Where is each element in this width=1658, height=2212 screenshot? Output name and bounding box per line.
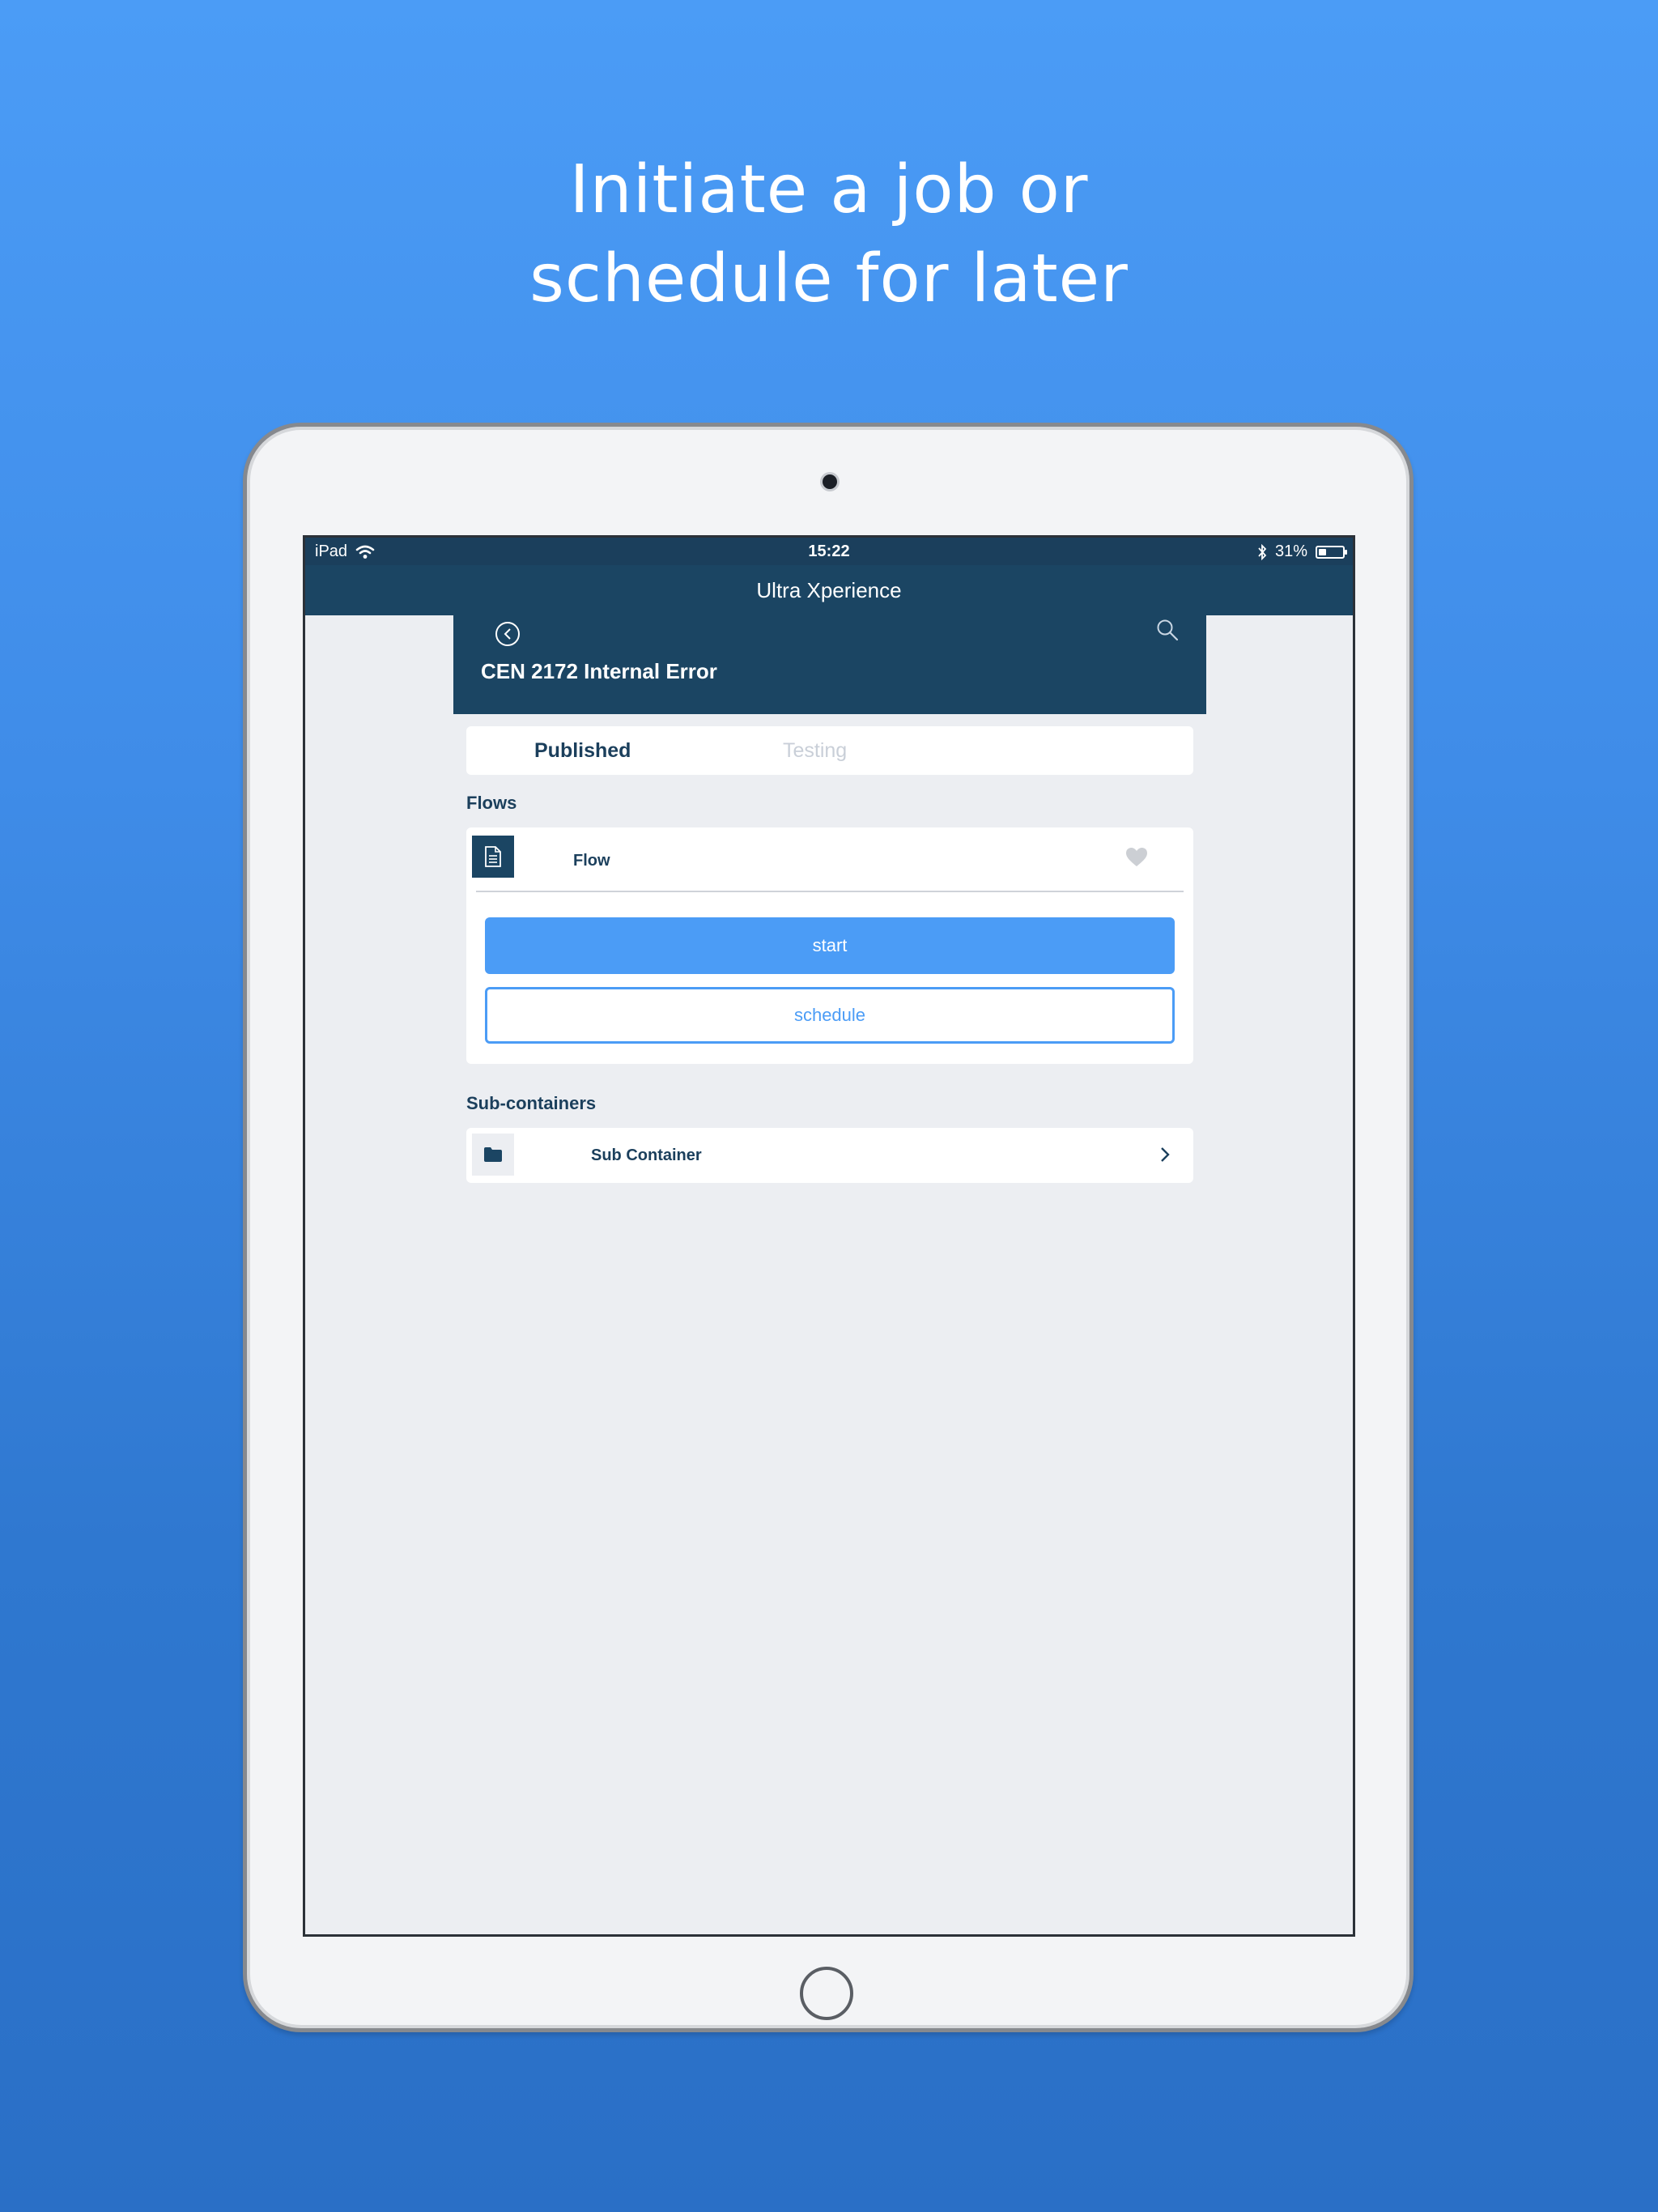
tab-testing[interactable]: Testing — [783, 726, 847, 775]
heart-icon[interactable] — [1125, 847, 1148, 868]
detail-header: CEN 2172 Internal Error — [453, 615, 1206, 714]
list-item[interactable]: Flow — [466, 827, 1193, 892]
camera-icon — [823, 474, 837, 489]
headline-line-1: Initiate a job or — [569, 151, 1089, 228]
status-time: 15:22 — [808, 542, 850, 560]
tab-bar: Published Testing — [466, 726, 1193, 775]
marketing-headline: Initiate a job or schedule for later — [0, 146, 1658, 324]
flows-card: Flow start schedule — [466, 827, 1193, 1064]
bluetooth-icon — [1258, 543, 1267, 560]
page-title: CEN 2172 Internal Error — [481, 659, 717, 683]
battery-icon — [1316, 545, 1347, 559]
battery-percent: 31% — [1274, 542, 1307, 560]
document-icon — [472, 836, 514, 878]
battery-level — [1319, 548, 1326, 555]
subcontainers-section-label: Sub-containers — [466, 1093, 597, 1113]
tab-published[interactable]: Published — [534, 726, 631, 775]
chevron-right-icon — [1161, 1147, 1170, 1162]
chevron-left-icon — [504, 628, 511, 640]
status-bar: iPad 15:22 31% — [305, 538, 1353, 565]
subcontainer-name: Sub Container — [591, 1146, 702, 1164]
start-button[interactable]: start — [485, 917, 1175, 974]
divider — [476, 891, 1184, 892]
app-title: Ultra Xperience — [756, 578, 902, 602]
schedule-button[interactable]: schedule — [485, 987, 1175, 1044]
device-screen: iPad 15:22 31% Ultra Xperience CEN 2172 … — [303, 535, 1355, 1937]
flows-section-label: Flows — [466, 793, 517, 813]
home-button[interactable] — [800, 1967, 853, 2020]
search-icon[interactable] — [1154, 617, 1180, 643]
list-item[interactable]: Sub Container — [466, 1128, 1193, 1183]
headline-line-2: schedule for later — [529, 240, 1129, 317]
flow-name: Flow — [573, 852, 610, 870]
app-title-bar: Ultra Xperience — [305, 565, 1353, 615]
status-right: 31% — [1257, 542, 1347, 561]
folder-icon — [472, 1134, 514, 1176]
back-button[interactable] — [495, 622, 520, 646]
